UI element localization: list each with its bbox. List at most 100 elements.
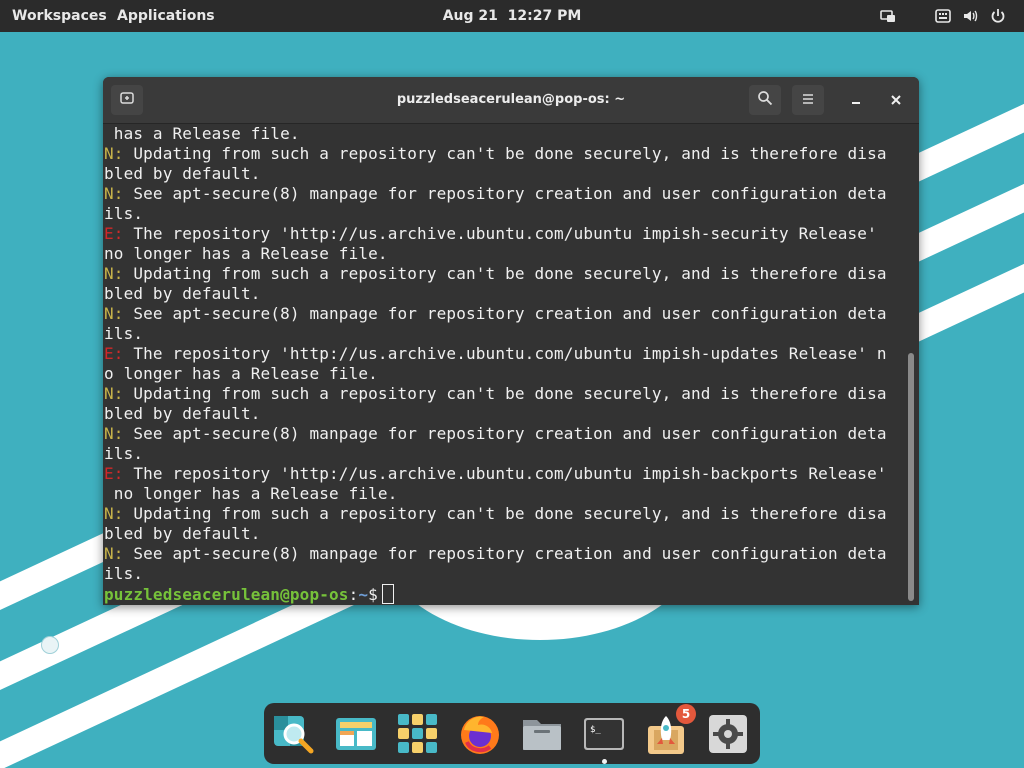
display-icon[interactable] — [880, 8, 896, 24]
volume-icon[interactable] — [962, 8, 978, 24]
terminal-line-text: Updating from such a repository can't be… — [123, 384, 887, 403]
scrollbar[interactable] — [906, 129, 916, 603]
close-icon — [890, 91, 902, 110]
terminal-line-text: See apt-secure(8) manpage for repository… — [123, 184, 887, 203]
terminal-line: E: The repository 'http://us.archive.ubu… — [104, 224, 877, 244]
prompt-separator: : — [348, 585, 359, 604]
search-icon — [757, 90, 773, 110]
terminal-line: E: The repository 'http://us.archive.ubu… — [104, 344, 887, 364]
terminal-line-text: See apt-secure(8) manpage for repository… — [123, 544, 887, 563]
firefox-icon[interactable] — [458, 712, 502, 756]
terminal-line-text: bled by default. — [104, 284, 261, 303]
new-tab-icon — [119, 90, 135, 110]
desktop-indicator-icon — [41, 636, 59, 654]
terminal-line: bled by default. — [104, 164, 261, 184]
terminal-window[interactable]: puzzledseacerulean@pop-os: ~ has a Relea… — [103, 77, 919, 605]
dock-running-indicator — [602, 759, 607, 764]
error-prefix: E: — [104, 344, 124, 363]
terminal-line-text: See apt-secure(8) manpage for repository… — [123, 424, 887, 443]
power-icon[interactable] — [990, 8, 1006, 24]
terminal-line-text: See apt-secure(8) manpage for repository… — [123, 304, 887, 323]
terminal-line: bled by default. — [104, 524, 261, 544]
terminal-line: ils. — [104, 444, 143, 464]
search-button[interactable] — [749, 85, 781, 115]
terminal-line-text: has a Release file. — [104, 124, 300, 143]
terminal-line-text: bled by default. — [104, 404, 261, 423]
terminal-line-text: The repository 'http://us.archive.ubuntu… — [123, 344, 887, 363]
keyboard-layout-icon[interactable] — [935, 8, 951, 24]
minimize-icon — [850, 91, 862, 110]
terminal-line: N: See apt-secure(8) manpage for reposit… — [104, 304, 887, 324]
error-prefix: E: — [104, 464, 124, 483]
notice-prefix: N: — [104, 544, 124, 563]
terminal-line: ils. — [104, 204, 143, 224]
terminal-line: N: See apt-secure(8) manpage for reposit… — [104, 424, 887, 444]
terminal-icon[interactable]: $_ — [582, 712, 626, 756]
terminal-line: no longer has a Release file. — [104, 244, 388, 264]
notice-prefix: N: — [104, 264, 124, 283]
terminal-line-text: Updating from such a repository can't be… — [123, 264, 887, 283]
scrollbar-thumb[interactable] — [908, 353, 914, 601]
notice-prefix: N: — [104, 184, 124, 203]
terminal-line-text: ils. — [104, 444, 144, 463]
terminal-line: N: See apt-secure(8) manpage for reposit… — [104, 184, 887, 204]
error-prefix: E: — [104, 224, 124, 243]
terminal-line: N: Updating from such a repository can't… — [104, 384, 887, 404]
terminal-line-text: The repository 'http://us.archive.ubuntu… — [123, 464, 887, 483]
hamburger-menu-icon — [801, 91, 815, 110]
terminal-line-text: ils. — [104, 204, 144, 223]
terminal-line: no longer has a Release file. — [104, 484, 398, 504]
terminal-output[interactable]: has a Release file. N: Updating from such… — [103, 124, 905, 605]
terminal-line: N: Updating from such a repository can't… — [104, 264, 887, 284]
terminal-line-text: o longer has a Release file. — [104, 364, 378, 383]
terminal-line-text: ils. — [104, 564, 144, 583]
terminal-line: bled by default. — [104, 284, 261, 304]
terminal-line-text: Updating from such a repository can't be… — [123, 144, 887, 163]
terminal-line: N: Updating from such a repository can't… — [104, 144, 887, 164]
terminal-line-text: Updating from such a repository can't be… — [123, 504, 887, 523]
terminal-line-text: bled by default. — [104, 164, 261, 183]
clock-date: Aug 21 — [442, 8, 498, 24]
notice-prefix: N: — [104, 504, 124, 523]
workspaces-button[interactable]: Workspaces — [12, 0, 107, 32]
svg-text:$_: $_ — [590, 725, 601, 735]
files-icon[interactable] — [520, 712, 564, 756]
notification-badge: 5 — [676, 704, 696, 724]
settings-icon[interactable] — [706, 712, 750, 756]
terminal-line: has a Release file. — [104, 124, 300, 144]
terminal-prompt-line[interactable]: puzzledseacerulean@pop-os:~$ — [104, 584, 394, 604]
workspaces-icon[interactable] — [334, 712, 378, 756]
terminal-line-text: ils. — [104, 324, 144, 343]
desktop: Workspaces Applications Aug 21 12:27 PM … — [0, 0, 1024, 768]
new-tab-button[interactable] — [111, 85, 143, 115]
terminal-line-text: no longer has a Release file. — [104, 244, 388, 263]
window-titlebar[interactable]: puzzledseacerulean@pop-os: ~ — [103, 77, 919, 124]
terminal-line: ils. — [104, 564, 143, 584]
notice-prefix: N: — [104, 304, 124, 323]
search-launcher-icon[interactable] — [272, 712, 316, 756]
minimize-button[interactable] — [840, 85, 872, 115]
top-bar: Workspaces Applications Aug 21 12:27 PM — [0, 0, 1024, 32]
prompt-symbol: $ — [368, 585, 378, 604]
applications-button[interactable]: Applications — [117, 0, 215, 32]
notice-prefix: N: — [104, 144, 124, 163]
terminal-line: N: See apt-secure(8) manpage for reposit… — [104, 544, 887, 564]
text-cursor — [381, 584, 394, 604]
notice-prefix: N: — [104, 384, 124, 403]
terminal-line: ils. — [104, 324, 143, 344]
notice-prefix: N: — [104, 424, 124, 443]
terminal-line-text: The repository 'http://us.archive.ubuntu… — [123, 224, 877, 243]
app-grid-icon[interactable] — [396, 712, 440, 756]
menu-button[interactable] — [792, 85, 824, 115]
clock-time: 12:27 PM — [507, 8, 582, 24]
terminal-line-text: bled by default. — [104, 524, 261, 543]
prompt-user-host: puzzledseacerulean@pop-os — [104, 585, 349, 604]
prompt-path: ~ — [358, 585, 369, 604]
terminal-line: bled by default. — [104, 404, 261, 424]
close-button[interactable] — [880, 85, 912, 115]
terminal-line: N: Updating from such a repository can't… — [104, 504, 887, 524]
terminal-line: E: The repository 'http://us.archive.ubu… — [104, 464, 887, 484]
terminal-line: o longer has a Release file. — [104, 364, 378, 384]
terminal-line-text: no longer has a Release file. — [104, 484, 398, 503]
clock-button[interactable]: Aug 21 12:27 PM — [443, 8, 582, 24]
